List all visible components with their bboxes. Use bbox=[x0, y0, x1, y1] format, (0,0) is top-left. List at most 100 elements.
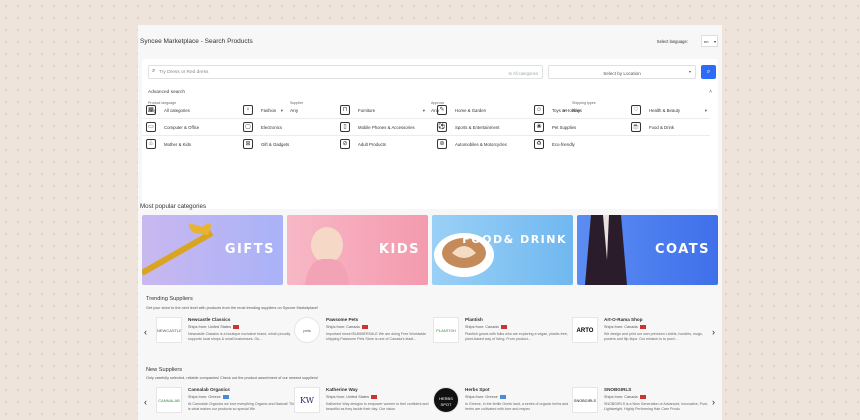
banner-gifts[interactable]: GIFTS bbox=[142, 215, 283, 285]
supplier-ships-from: Ships from: Canada bbox=[326, 325, 360, 329]
search-input[interactable]: ⌕ Try Dress or Red dress In All categori… bbox=[148, 65, 543, 79]
location-label: Select by Location bbox=[603, 70, 641, 76]
popular-banners: GIFTS KIDS FOOD& DRINK COATS bbox=[142, 215, 719, 287]
dress-icon: ♀ bbox=[243, 105, 253, 115]
supplier-ships-from: Ships from: Greece bbox=[188, 395, 221, 399]
search-category-label[interactable]: In All categories bbox=[508, 71, 538, 76]
supplier-logo: PLANTISH bbox=[433, 317, 459, 343]
electronics-icon: ▢ bbox=[243, 122, 253, 132]
supplier-description: Plantish grows with folks who are explor… bbox=[465, 332, 568, 341]
supplier-card[interactable]: PLANTISH Plantish Ships from: Canada Pla… bbox=[433, 317, 573, 353]
category-home-garden[interactable]: ✎ Home & Garden bbox=[433, 102, 529, 119]
supplier-ships-from: Ships from: Canada bbox=[604, 325, 638, 329]
language-value: en bbox=[704, 39, 709, 44]
page-title: Syncee Marketplace - Search Products bbox=[140, 38, 253, 45]
banner-coats[interactable]: COATS bbox=[577, 215, 718, 285]
banner-food-drink[interactable]: FOOD& DRINK bbox=[432, 215, 573, 285]
supplier-name: Plantish bbox=[465, 317, 483, 322]
popular-categories-title: Most popular categories bbox=[140, 203, 207, 210]
category-label: Fashion bbox=[261, 108, 277, 113]
supplier-location: Ships from: Greece bbox=[465, 395, 506, 399]
category-label: Mother & Kids bbox=[164, 142, 191, 147]
chevron-down-icon: ▾ bbox=[713, 39, 716, 44]
supplier-name: Pawsome Pets bbox=[326, 317, 359, 322]
supplier-ships-from: Ships from: Greece bbox=[465, 395, 498, 399]
supplier-card[interactable]: ARTO Art-O-Rama Shop Ships from: Canada … bbox=[572, 317, 712, 353]
toy-icon: ☺ bbox=[534, 105, 544, 115]
supplier-description: SNOBGIRLS is a New Generation of Advance… bbox=[604, 402, 709, 411]
category-label: Furniture bbox=[358, 108, 376, 113]
supplier-ships-from: Ships from: United States bbox=[188, 325, 232, 329]
monitor-icon: ▭ bbox=[146, 122, 156, 132]
category-mother-kids[interactable]: ♧ Mother & Kids bbox=[142, 136, 238, 153]
supplier-ships-from: Ships from: Canada bbox=[465, 325, 499, 329]
category-mobile-phones[interactable]: ▯ Mobile Phones & Accessories bbox=[336, 119, 432, 136]
new-suppliers-carousel: ‹ CANNALAB Cannalab Organics Ships from:… bbox=[142, 387, 718, 420]
supplier-description: In Greece, in the fertile Greek land, a … bbox=[465, 402, 569, 411]
supplier-location: Ships from: Canada bbox=[604, 325, 646, 329]
banner-label: KIDS bbox=[378, 242, 420, 257]
supplier-card[interactable]: SNOBGIRLS SNOBGIRLS Ships from: Canada S… bbox=[572, 387, 712, 420]
search-placeholder: Try Dress or Red dress bbox=[159, 70, 209, 75]
canada-flag-icon bbox=[639, 395, 646, 399]
category-fashion[interactable]: ♀ Fashion bbox=[239, 102, 335, 119]
banner-kids[interactable]: KIDS bbox=[287, 215, 428, 285]
supplier-logo: ARTO bbox=[572, 317, 598, 343]
category-label: Eco-friendly bbox=[552, 142, 575, 147]
category-label: Toys & Hobbies bbox=[552, 108, 582, 113]
coffee-image bbox=[434, 233, 494, 277]
supplier-description: Important news!!SUMMERSALE We are doing … bbox=[326, 332, 427, 341]
phone-icon: ▯ bbox=[340, 122, 350, 132]
supplier-ships-from: Ships from: Canada bbox=[604, 395, 638, 399]
us-flag-icon bbox=[371, 395, 378, 399]
chevron-right-icon[interactable]: › bbox=[712, 327, 715, 337]
supplier-location: Ships from: Canada bbox=[465, 325, 507, 329]
category-label: Home & Garden bbox=[455, 108, 487, 113]
supplier-card[interactable]: NEWCASTLE Newcastle Classics Ships from:… bbox=[156, 317, 296, 353]
supplier-logo: SNOBGIRLS bbox=[572, 387, 598, 413]
category-electronics[interactable]: ▢ Electronics bbox=[239, 119, 335, 136]
category-toys-hobbies[interactable]: ☺ Toys & Hobbies bbox=[530, 102, 626, 119]
category-label: Pet Supplies bbox=[552, 125, 577, 130]
category-furniture[interactable]: ⊓ Furniture bbox=[336, 102, 432, 119]
category-label: Gift & Gadgets bbox=[261, 142, 290, 147]
advanced-search-toggle[interactable]: Advanced search ˄ bbox=[148, 87, 712, 97]
category-health-beauty[interactable]: ♡ Health & Beauty bbox=[627, 102, 710, 119]
category-automobiles[interactable]: ⊛ Automobiles & Motorcycles bbox=[433, 136, 529, 153]
supplier-card[interactable]: CANNALAB Cannalab Organics Ships from: G… bbox=[156, 387, 296, 420]
category-sports[interactable]: ⚽ Sports & Entertainment bbox=[433, 119, 529, 136]
category-gift-gadgets[interactable]: ⊞ Gift & Gadgets bbox=[239, 136, 335, 153]
category-label: Electronics bbox=[261, 125, 283, 130]
category-label: Automobiles & Motorcycles bbox=[455, 142, 507, 147]
category-all[interactable]: ▦ All categories bbox=[142, 102, 238, 119]
category-label: Mobile Phones & Accessories bbox=[358, 125, 415, 130]
supplier-logo: pets bbox=[294, 317, 320, 343]
chevron-down-icon: ▾ bbox=[688, 69, 691, 74]
category-adult-products[interactable]: ⊘ Adult Products bbox=[336, 136, 432, 153]
chevron-left-icon[interactable]: ‹ bbox=[144, 397, 147, 407]
advanced-search-title: Advanced search bbox=[148, 90, 186, 95]
location-select[interactable]: Select by Location ▾ bbox=[548, 65, 696, 79]
canada-flag-icon bbox=[639, 325, 646, 329]
us-flag-icon bbox=[233, 325, 240, 329]
category-computer-office[interactable]: ▭ Computer & Office bbox=[142, 119, 238, 136]
chevron-right-icon[interactable]: › bbox=[712, 397, 715, 407]
search-button[interactable]: ⌕ bbox=[701, 65, 716, 79]
supplier-logo: CANNALAB bbox=[156, 387, 182, 413]
language-select[interactable]: en ▾ bbox=[701, 35, 718, 47]
wheel-icon: ⊛ bbox=[437, 139, 447, 149]
supplier-card[interactable]: HERBS SPOT Herbs Spot Ships from: Greece… bbox=[433, 387, 573, 420]
category-eco-friendly[interactable]: ♻ Eco-friendly bbox=[530, 136, 626, 153]
new-suppliers-subtitle: Only carefully selected, reliable compan… bbox=[146, 376, 319, 380]
banner-label: GIFTS bbox=[224, 242, 275, 257]
chevron-left-icon[interactable]: ‹ bbox=[144, 327, 147, 337]
supplier-card[interactable]: pets Pawsome Pets Ships from: Canada Imp… bbox=[294, 317, 434, 353]
supplier-card[interactable]: KW Katherine Way Ships from: United Stat… bbox=[294, 387, 434, 420]
grid-icon: ▦ bbox=[146, 105, 156, 115]
banner-label: FOOD& DRINK bbox=[462, 233, 567, 246]
supplier-name: SNOBGIRLS bbox=[604, 387, 632, 392]
search-row: ⌕ Try Dress or Red dress In All categori… bbox=[148, 65, 716, 79]
language-label: Select language: bbox=[656, 39, 688, 44]
category-pet-supplies[interactable]: ❀ Pet Supplies bbox=[530, 119, 626, 136]
category-food-drink[interactable]: ☕ Food & Drink bbox=[627, 119, 710, 136]
